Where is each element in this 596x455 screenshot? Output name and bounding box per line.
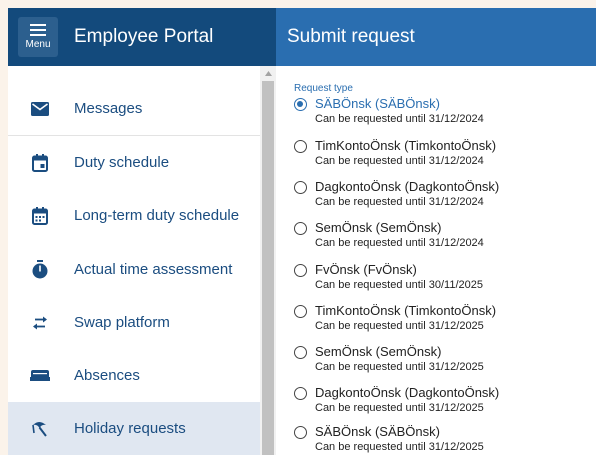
option-name: DagkontoÖnsk (DagkontoÖnsk) [315,385,500,400]
option-deadline: Can be requested until 31/12/2025 [315,361,484,373]
page-header: Submit request [276,8,596,66]
request-type-option[interactable]: SemÖnsk (SemÖnsk) Can be requested until… [294,219,584,253]
request-type-option[interactable]: SÄBÖnsk (SÄBÖnsk) Can be requested until… [294,95,584,129]
option-deadline: Can be requested until 31/12/2024 [315,155,484,167]
option-deadline: Can be requested until 31/12/2024 [315,113,484,125]
page-title: Submit request [287,26,415,47]
request-type-option[interactable]: SÄBÖnsk (SÄBÖnsk) Can be requested until… [294,423,584,455]
bed-icon [30,366,50,386]
sidebar-item-label: Long-term duty schedule [74,207,240,224]
request-form: Request type SÄBÖnsk (SÄBÖnsk) Can be re… [276,66,596,455]
radio-button[interactable] [294,387,307,400]
option-deadline: Can be requested until 31/12/2025 [315,441,484,453]
option-name: SÄBÖnsk (SÄBÖnsk) [315,424,440,439]
menu-button[interactable]: Menu [18,17,58,57]
stopwatch-icon [30,260,50,280]
sidebar-item-label: Holiday requests [74,420,186,437]
app-header: Menu Employee Portal [8,8,276,66]
option-name: TimKontoÖnsk (TimkontoÖnsk) [315,303,497,318]
option-name: SÄBÖnsk (SÄBÖnsk) [315,96,440,111]
option-name: SemÖnsk (SemÖnsk) [315,344,442,359]
radio-button[interactable] [294,426,307,439]
sidebar-item-actual-time-assessment[interactable]: Actual time assessment [8,243,260,296]
sidebar-item-label: Messages [74,100,143,117]
radio-button[interactable] [294,305,307,318]
hamburger-icon [30,24,46,37]
menu-button-label: Menu [25,39,51,50]
sidebar: Messages Duty schedule Long-term duty sc… [8,66,276,455]
radio-button[interactable] [294,264,307,277]
option-name: DagkontoÖnsk (DagkontoÖnsk) [315,179,500,194]
beach-umbrella-icon [30,419,50,439]
app-window: Menu Employee Portal Submit request Mess… [0,0,596,455]
sidebar-item-label: Absences [74,367,140,384]
radio-button[interactable] [294,222,307,235]
radio-button[interactable] [294,140,307,153]
radio-button[interactable] [294,181,307,194]
option-deadline: Can be requested until 31/12/2025 [315,402,484,414]
sidebar-item-label: Actual time assessment [74,261,233,278]
option-deadline: Can be requested until 30/11/2025 [315,279,483,291]
sidebar-item-duty-schedule[interactable]: Duty schedule [8,136,260,189]
sidebar-item-label: Duty schedule [74,154,170,171]
option-name: TimKontoÖnsk (TimkontoÖnsk) [315,138,497,153]
option-deadline: Can be requested until 31/12/2024 [315,237,484,249]
request-type-option[interactable]: TimKontoÖnsk (TimkontoÖnsk) Can be reque… [294,137,584,171]
sidebar-item-swap-platform[interactable]: Swap platform [8,296,260,349]
calendar-dots-icon [30,206,50,226]
request-type-option[interactable]: SemÖnsk (SemÖnsk) Can be requested until… [294,343,584,377]
sidebar-item-holiday-requests[interactable]: Holiday requests [8,402,260,455]
option-name: SemÖnsk (SemÖnsk) [315,220,442,235]
request-type-option[interactable]: DagkontoÖnsk (DagkontoÖnsk) Can be reque… [294,384,584,418]
sidebar-item-absences[interactable]: Absences [8,349,260,402]
scroll-up-icon[interactable] [260,66,276,80]
swap-arrows-icon [30,313,50,333]
sidebar-item-messages[interactable]: Messages [8,82,260,135]
sidebar-scrollbar[interactable] [260,66,276,455]
sidebar-item-label: Swap platform [74,314,170,331]
request-type-option[interactable]: DagkontoÖnsk (DagkontoÖnsk) Can be reque… [294,178,584,212]
calendar-icon [30,153,50,173]
option-deadline: Can be requested until 31/12/2025 [315,320,484,332]
sidebar-item-long-term-duty-schedule[interactable]: Long-term duty schedule [8,189,260,242]
request-type-option[interactable]: FvÖnsk (FvÖnsk) Can be requested until 3… [294,261,584,295]
portal-title: Employee Portal [74,26,214,47]
request-type-option[interactable]: TimKontoÖnsk (TimkontoÖnsk) Can be reque… [294,302,584,336]
radio-button[interactable] [294,346,307,359]
scrollbar-thumb[interactable] [262,81,274,455]
option-deadline: Can be requested until 31/12/2024 [315,196,484,208]
envelope-icon [30,99,50,119]
request-type-label: Request type [294,83,353,94]
radio-button[interactable] [294,98,307,111]
option-name: FvÖnsk (FvÖnsk) [315,262,417,277]
